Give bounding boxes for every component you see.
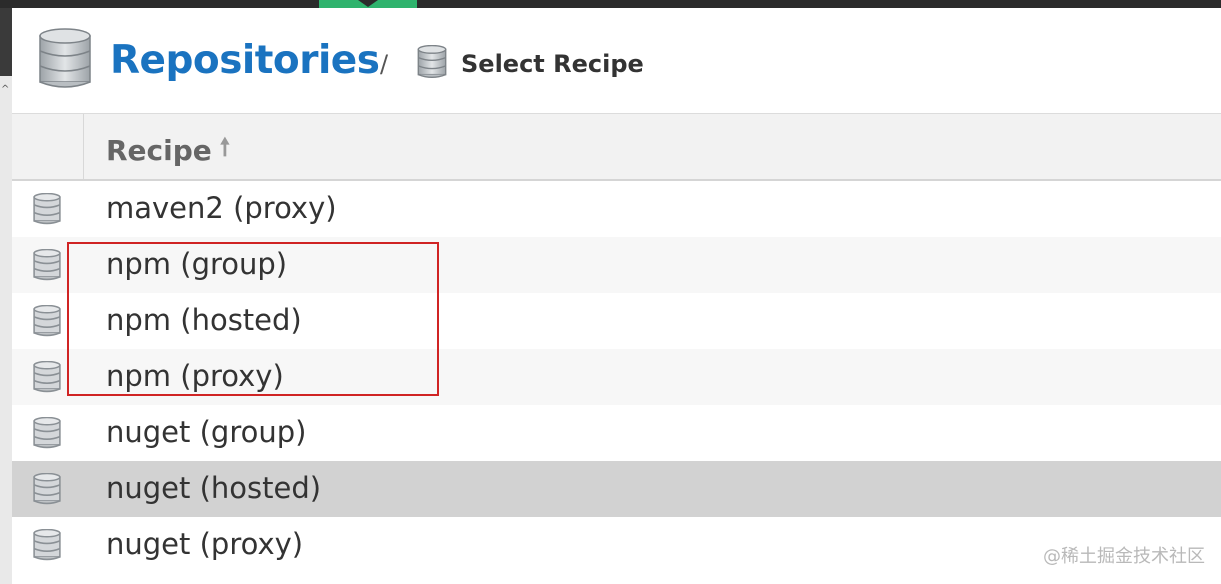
database-icon (33, 304, 61, 342)
breadcrumb-repositories-link[interactable]: Repositories (110, 38, 380, 83)
database-icon (33, 192, 61, 230)
column-header-recipe[interactable]: Recipe 🠕 (106, 130, 230, 171)
watermark: @稀土掘金技术社区 (1043, 546, 1205, 567)
recipe-label: nuget (hosted) (106, 471, 322, 505)
annotation-highlight-box (67, 242, 439, 396)
database-icon (33, 472, 61, 510)
collapse-caret-icon[interactable]: ^ (1, 84, 9, 95)
recipe-row[interactable]: maven2 (proxy) (12, 181, 1221, 237)
recipe-row[interactable]: nuget (group) (12, 405, 1221, 461)
recipe-label: nuget (group) (106, 415, 307, 449)
database-icon (33, 360, 61, 398)
recipe-row[interactable]: nuget (hosted) (12, 461, 1221, 517)
grid-header-icon-column (12, 114, 84, 179)
active-tab-notch (358, 0, 378, 7)
grid-header: Recipe 🠕 (12, 114, 1221, 181)
main-panel: Repositories / Select Recipe Recipe 🠕 ma… (12, 8, 1221, 584)
arrow-up-icon: 🠕 (219, 133, 231, 161)
recipe-row[interactable]: nuget (proxy) (12, 517, 1221, 573)
breadcrumb-separator: / (380, 50, 389, 78)
database-icon (33, 528, 61, 566)
column-header-label: Recipe (106, 134, 212, 167)
top-bar (0, 0, 1221, 8)
database-icon (33, 416, 61, 454)
recipe-label: maven2 (proxy) (106, 191, 337, 225)
breadcrumb-current: Select Recipe (461, 50, 644, 78)
page-header: Repositories / Select Recipe (12, 8, 1221, 114)
recipe-label: nuget (proxy) (106, 527, 304, 561)
left-panel-dark-edge (0, 8, 12, 76)
database-icon (417, 44, 447, 84)
database-icon (33, 248, 61, 286)
database-icon (38, 28, 92, 95)
